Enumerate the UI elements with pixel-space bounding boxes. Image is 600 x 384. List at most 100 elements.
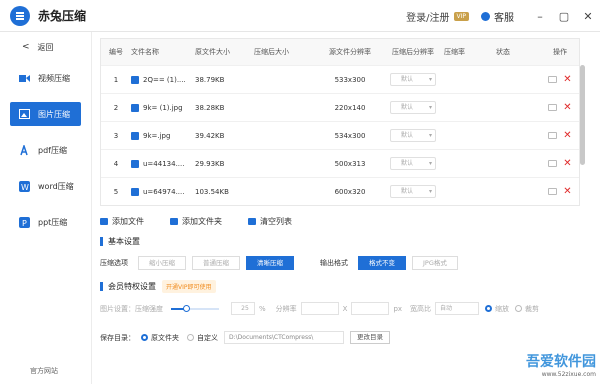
px-unit: px [393, 304, 403, 313]
format-keep-button[interactable]: 格式不变 [358, 256, 406, 270]
row-number: 4 [113, 159, 119, 168]
vip-unlock-badge[interactable]: 开通VIP即可使用 [162, 280, 216, 293]
sidebar-item-video[interactable]: 视频压缩 [10, 66, 81, 90]
target-resolution: 默认 ▾ [382, 73, 444, 86]
strength-slider[interactable] [171, 304, 219, 312]
clear-list-label: 清空列表 [260, 216, 292, 226]
compression-options: 压缩选项 缩小压缩 普通压缩 清晰压缩 输出格式 格式不变 JPG格式 [100, 256, 590, 270]
open-folder-icon[interactable] [548, 104, 558, 111]
table-header: 编号 文件名称 原文件大小 压缩后大小 源文件分辨率 压缩后分辨率 压缩率 状态… [101, 39, 579, 65]
row-actions: ✕ [544, 158, 576, 169]
back-label: 返回 [37, 42, 54, 52]
file-name-text: u=64974.... [143, 187, 185, 196]
resolution-select[interactable]: 默认 ▾ [390, 157, 436, 170]
minimize-button[interactable]: – [528, 10, 552, 23]
app-title: 赤兔压缩 [38, 9, 87, 23]
chevron-left-icon: < [22, 42, 30, 52]
format-jpg-button[interactable]: JPG格式 [412, 256, 458, 270]
service-button[interactable]: 客服 [481, 9, 514, 24]
login-link[interactable]: 登录/注册 [406, 9, 449, 24]
close-button[interactable]: ✕ [576, 10, 600, 23]
sidebar-item-pdf[interactable]: pdf压缩 [10, 138, 81, 162]
orig-size: 39.42KB [195, 131, 225, 140]
delete-icon[interactable]: ✕ [563, 102, 571, 113]
col-header: 压缩率 [444, 48, 465, 56]
strength-input[interactable]: 25 [231, 302, 255, 315]
aspect-ratio-select[interactable]: 自动 [435, 302, 480, 315]
height-input[interactable] [351, 302, 390, 315]
width-input[interactable] [300, 302, 339, 315]
table-scrollbar[interactable] [580, 65, 585, 165]
delete-icon[interactable]: ✕ [563, 186, 571, 197]
mode-small-button[interactable]: 缩小压缩 [138, 256, 186, 270]
col-header: 压缩后大小 [254, 48, 289, 56]
table-row[interactable]: 3 9k=.jpg 39.42KB 534x300 默认 ▾ ✕ [101, 121, 579, 149]
col-header: 文件名称 [131, 48, 159, 56]
image-thumb-icon [131, 131, 139, 140]
sidebar-item-label: 图片压缩 [38, 109, 70, 119]
sidebar-item-word[interactable]: Wword压缩 [10, 174, 81, 198]
sidebar-item-ppt[interactable]: Pppt压缩 [10, 210, 81, 234]
file-name: 9k= (1).jpg [131, 103, 191, 112]
clear-list-button[interactable]: 清空列表 [248, 216, 292, 227]
sidebar-item-label: pdf压缩 [38, 145, 67, 155]
output-format-label: 输出格式 [320, 259, 348, 267]
add-file-button[interactable]: 添加文件 [100, 216, 144, 227]
resolution-select-value: 默认 [401, 160, 414, 167]
open-folder-icon[interactable] [548, 160, 558, 167]
table-row[interactable]: 2 9k= (1).jpg 38.28KB 220x140 默认 ▾ ✕ [101, 93, 579, 121]
orig-folder-radio[interactable] [141, 334, 148, 341]
resolution-select[interactable]: 默认 ▾ [390, 129, 436, 142]
open-folder-icon[interactable] [548, 188, 558, 195]
scale-label: 缩放 [495, 304, 510, 313]
chevron-down-icon: ▾ [428, 132, 432, 139]
main-panel: 编号 文件名称 原文件大小 压缩后大小 源文件分辨率 压缩后分辨率 压缩率 状态… [100, 38, 590, 384]
chevron-down-icon: ▾ [428, 76, 432, 83]
save-path-input[interactable]: D:\Documents\CTCompress\ [224, 331, 344, 344]
target-resolution: 默认 ▾ [382, 129, 444, 142]
slider-handle[interactable] [183, 304, 190, 312]
resolution-select[interactable]: 默认 ▾ [390, 101, 436, 114]
file-name-text: 9k=.jpg [143, 131, 171, 140]
member-settings-title: 会员特权设置 [108, 282, 156, 291]
file-name: 9k=.jpg [131, 131, 191, 140]
resolution-select[interactable]: 默认 ▾ [390, 73, 436, 86]
mode-clear-button[interactable]: 清晰压缩 [246, 256, 294, 270]
svg-text:P: P [22, 219, 27, 228]
orig-size: 29.93KB [195, 159, 225, 168]
sidebar: < 返回 视频压缩 图片压缩 pdf压缩 Wword压缩 Pppt压缩 官方网站 [0, 32, 92, 384]
table-row[interactable]: 1 2Q== (1).... 38.79KB 533x300 默认 ▾ ✕ [101, 65, 579, 93]
crop-radio[interactable] [515, 305, 523, 312]
maximize-button[interactable]: ▢ [552, 10, 576, 23]
save-dir-label: 保存目录： [100, 333, 135, 342]
change-dir-button[interactable]: 更改目录 [350, 331, 390, 344]
open-folder-icon[interactable] [548, 76, 558, 83]
title-bar: 赤兔压缩 登录/注册 VIP 客服 – ▢ ✕ [0, 0, 600, 32]
sidebar-item-image[interactable]: 图片压缩 [10, 102, 81, 126]
vip-badge[interactable]: VIP [453, 11, 469, 21]
resolution-select-value: 默认 [401, 104, 414, 111]
scale-radio[interactable] [485, 305, 493, 312]
app-logo-icon [10, 5, 30, 26]
table-row[interactable]: 4 u=44134.... 29.93KB 500x313 默认 ▾ ✕ [101, 149, 579, 177]
service-label: 客服 [494, 12, 514, 24]
delete-icon[interactable]: ✕ [563, 158, 571, 169]
compress-mode-label: 压缩选项 [100, 259, 128, 267]
compress-strength-label: 图片设置：压缩强度 [100, 304, 163, 313]
orig-resolution: 600x320 [334, 187, 366, 196]
resolution-select[interactable]: 默认 ▾ [390, 185, 436, 198]
custom-folder-radio[interactable] [187, 334, 194, 341]
delete-icon[interactable]: ✕ [563, 74, 571, 85]
row-actions: ✕ [544, 186, 576, 197]
add-folder-button[interactable]: 添加文件夹 [170, 216, 222, 227]
table-row[interactable]: 5 u=64974.... 103.54KB 600x320 默认 ▾ ✕ [101, 177, 579, 205]
image-icon [18, 108, 30, 120]
official-site-link[interactable]: 官方网站 [30, 366, 58, 376]
delete-icon[interactable]: ✕ [563, 130, 571, 141]
back-button[interactable]: < 返回 [0, 36, 91, 58]
open-folder-icon[interactable] [548, 132, 558, 139]
resolution-select-value: 默认 [401, 188, 414, 195]
row-number: 3 [113, 131, 119, 140]
sidebar-item-label: word压缩 [38, 181, 74, 191]
mode-normal-button[interactable]: 普通压缩 [192, 256, 240, 270]
